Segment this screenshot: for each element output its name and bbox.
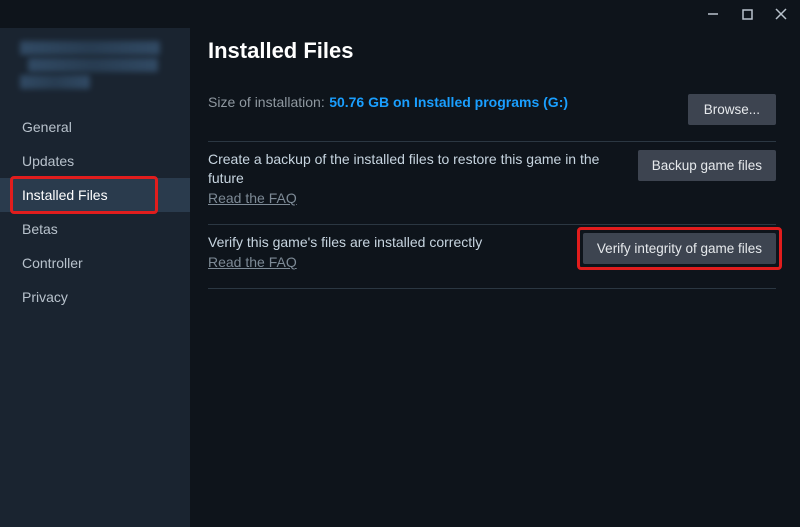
sidebar-nav: General Updates Installed Files Betas Co… [0, 110, 190, 314]
backup-game-files-button[interactable]: Backup game files [638, 150, 776, 181]
titlebar [0, 0, 800, 28]
verify-row: Verify this game's files are installed c… [208, 225, 776, 289]
size-label: Size of installation: [208, 94, 325, 110]
verify-description: Verify this game's files are installed c… [208, 233, 567, 252]
sidebar-item-installed-files[interactable]: Installed Files [0, 178, 190, 212]
size-value: 50.76 GB on Installed programs (G:) [329, 94, 568, 110]
verify-faq-link[interactable]: Read the FAQ [208, 254, 297, 270]
backup-row: Create a backup of the installed files t… [208, 142, 776, 225]
sidebar-item-privacy[interactable]: Privacy [0, 280, 190, 314]
backup-description: Create a backup of the installed files t… [208, 150, 622, 188]
installation-size-row: Size of installation: 50.76 GB on Instal… [208, 86, 776, 142]
minimize-button[interactable] [700, 4, 726, 24]
sidebar-item-updates[interactable]: Updates [0, 144, 190, 178]
close-button[interactable] [768, 4, 794, 24]
backup-faq-link[interactable]: Read the FAQ [208, 190, 297, 206]
properties-window: General Updates Installed Files Betas Co… [0, 0, 800, 527]
blur-line [28, 58, 158, 72]
blur-line [20, 75, 90, 89]
blur-line [20, 41, 160, 55]
verify-highlight: Verify integrity of game files [583, 233, 776, 264]
browse-button[interactable]: Browse... [688, 94, 776, 125]
sidebar: General Updates Installed Files Betas Co… [0, 28, 190, 527]
sidebar-item-controller[interactable]: Controller [0, 246, 190, 280]
game-title-blurred [0, 32, 190, 110]
content-body: General Updates Installed Files Betas Co… [0, 28, 800, 527]
maximize-button[interactable] [734, 4, 760, 24]
page-title: Installed Files [208, 38, 776, 64]
verify-integrity-button[interactable]: Verify integrity of game files [583, 233, 776, 264]
main-panel: Installed Files Size of installation: 50… [190, 28, 800, 527]
sidebar-item-betas[interactable]: Betas [0, 212, 190, 246]
sidebar-item-general[interactable]: General [0, 110, 190, 144]
